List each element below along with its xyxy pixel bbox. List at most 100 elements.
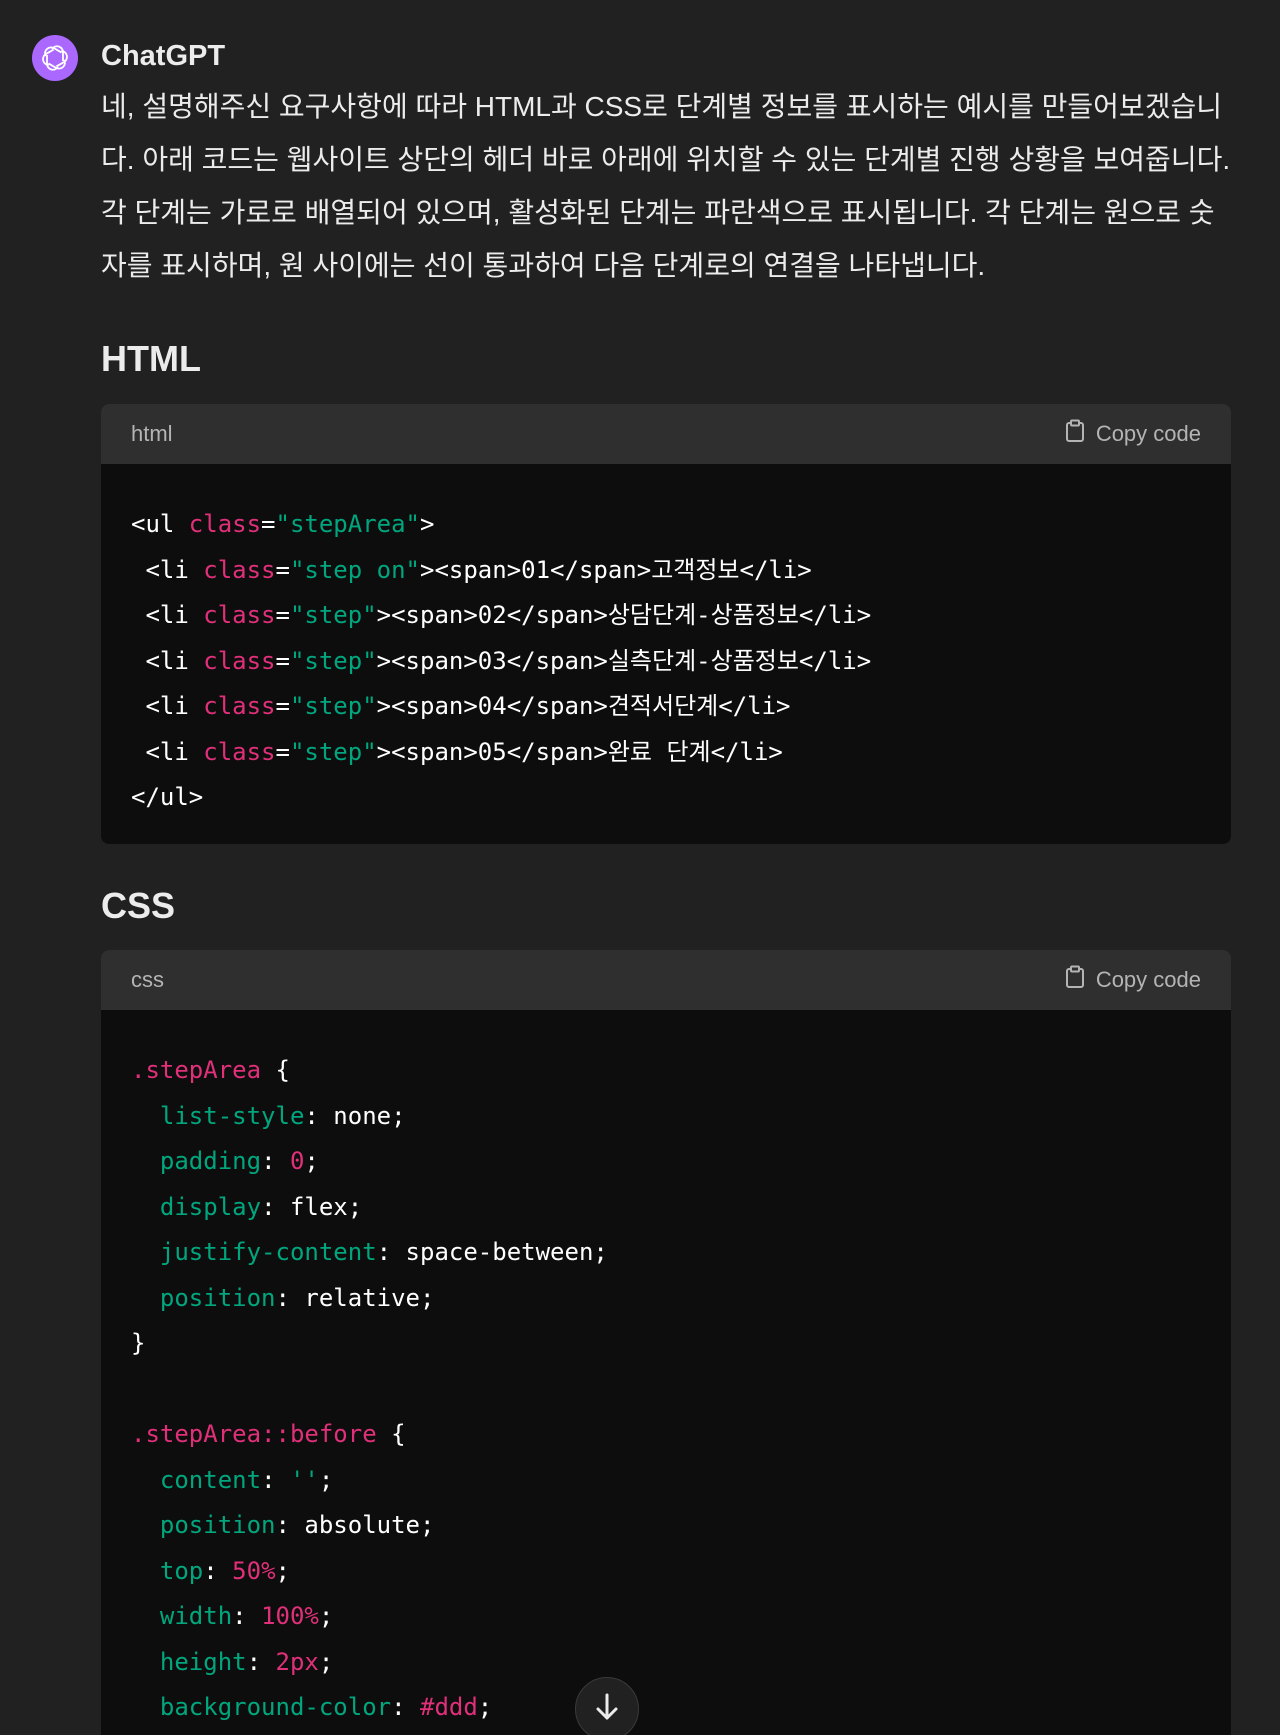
code-token: position	[159, 1511, 276, 1539]
code-token: height	[159, 1647, 247, 1676]
code-token: ''	[289, 1465, 319, 1494]
code-token: ><span>05</span>완료 단계</li>	[376, 737, 783, 766]
code-token: width	[159, 1602, 233, 1630]
code-token: =	[275, 692, 290, 720]
message-paragraph-line: 다. 아래 코드는 웹사이트 상단의 헤더 바로 아래에 위치할 수 있는 단계…	[101, 144, 1231, 175]
copy-code-button[interactable]: Copy code	[1064, 965, 1201, 995]
code-token: <li	[131, 646, 204, 675]
scroll-to-bottom-button[interactable]	[575, 1677, 639, 1735]
code-token: :	[261, 1465, 290, 1494]
code-block-header: html Copy code	[101, 404, 1231, 464]
code-token: {	[261, 1056, 290, 1084]
code-token: content	[159, 1465, 262, 1494]
code-line: top: 50%;	[131, 1549, 1201, 1595]
code-line: }	[131, 1321, 1201, 1367]
css-code: .stepArea { list-style: none; padding: 0…	[101, 1010, 1231, 1731]
code-token: {	[376, 1420, 406, 1448]
code-token: 2px	[275, 1647, 319, 1676]
code-token: ><span>01</span>고객정보</li>	[420, 555, 812, 584]
code-token: =	[261, 510, 276, 538]
code-token: ;	[318, 1602, 334, 1630]
code-token: background-color	[159, 1693, 392, 1721]
css-heading: CSS	[101, 885, 176, 926]
chatgpt-logo-icon	[32, 35, 78, 81]
code-token: "step on"	[289, 555, 420, 584]
code-token: :	[261, 1147, 290, 1175]
assistant-message: ChatGPT 네, 설명해주신 요구사항에 따라 HTML과 CSS로 단계별…	[0, 0, 1280, 1735]
code-token: "step"	[289, 692, 377, 720]
copy-code-button[interactable]: Copy code	[1064, 419, 1201, 449]
code-token: </ul>	[131, 783, 204, 811]
code-token: .stepArea	[131, 1056, 262, 1084]
code-token: ><span>03</span>실측단계-상품정보</li>	[376, 646, 872, 675]
code-token: =	[275, 737, 290, 766]
code-line: width: 100%;	[131, 1594, 1201, 1640]
code-token: =	[275, 646, 290, 675]
code-token: "step"	[289, 646, 377, 675]
message-paragraph-line: 자를 표시하며, 원 사이에는 선이 통과하여 다음 단계로의 연결을 나타냅니…	[101, 250, 986, 281]
code-line: <li class="step"><span>03</span>실측단계-상품정…	[131, 639, 1201, 685]
code-token: class	[203, 737, 276, 766]
code-language-label: css	[131, 967, 164, 992]
code-line: position: relative;	[131, 1276, 1201, 1322]
code-line: display: flex;	[131, 1185, 1201, 1231]
code-token: <li	[131, 555, 204, 584]
code-line: padding: 0;	[131, 1139, 1201, 1185]
css-code-block: css Copy code .stepArea { list-style: no…	[101, 950, 1231, 1735]
code-token: :	[232, 1602, 262, 1630]
code-language-label: html	[131, 421, 173, 446]
code-token: class	[203, 555, 276, 584]
clipboard-icon	[1064, 965, 1086, 995]
code-token: }	[131, 1329, 146, 1357]
code-line: <li class="step"><span>04</span>견적서단계</l…	[131, 684, 1201, 730]
code-token: ;	[477, 1693, 493, 1721]
code-token: "step"	[289, 601, 377, 629]
code-token: class	[203, 601, 276, 629]
clipboard-icon	[1064, 419, 1086, 449]
code-token: <li	[131, 601, 204, 629]
code-token: ><span>02</span>상담단계-상품정보</li>	[376, 601, 872, 629]
code-token: : relative;	[275, 1283, 435, 1312]
code-line: .stepArea {	[131, 1048, 1201, 1094]
code-line: list-style: none;	[131, 1094, 1201, 1140]
html-heading: HTML	[101, 338, 201, 379]
code-token: #ddd	[420, 1693, 478, 1721]
code-token: : flex;	[261, 1192, 363, 1221]
code-token: justify-content	[159, 1238, 377, 1266]
message-paragraph-line: 각 단계는 가로로 배열되어 있으며, 활성화된 단계는 파란색으로 표시됩니다…	[101, 197, 1215, 228]
copy-code-label: Copy code	[1095, 421, 1201, 446]
code-token: "step"	[289, 737, 377, 766]
html-code: <ul class="stepArea"> <li class="step on…	[101, 464, 1231, 821]
code-token: :	[246, 1647, 276, 1676]
code-token: top	[159, 1556, 204, 1585]
code-token: class	[203, 646, 276, 675]
code-token: padding	[159, 1147, 262, 1175]
code-token: 0	[289, 1147, 305, 1175]
code-token: ;	[304, 1147, 319, 1175]
code-token: 50%	[232, 1556, 276, 1585]
code-token: 100%	[261, 1602, 319, 1630]
code-token: .stepArea::before	[131, 1420, 377, 1448]
code-token: class	[203, 692, 276, 720]
code-token: : space-between;	[376, 1238, 608, 1266]
author-name: ChatGPT	[101, 40, 226, 72]
code-token: <li	[131, 692, 204, 720]
code-token: ;	[275, 1556, 290, 1585]
code-line: position: absolute;	[131, 1503, 1201, 1549]
code-token: : absolute;	[275, 1511, 435, 1539]
code-line: content: '';	[131, 1458, 1201, 1504]
code-token: <li	[131, 737, 204, 766]
code-line: <li class="step"><span>05</span>완료 단계</l…	[131, 730, 1201, 776]
code-line: background-color: #ddd;	[131, 1685, 1201, 1731]
code-token: position	[159, 1283, 276, 1312]
code-line: justify-content: space-between;	[131, 1230, 1201, 1276]
code-line: <li class="step on"><span>01</span>고객정보<…	[131, 548, 1201, 594]
code-line: .stepArea::before {	[131, 1412, 1201, 1458]
